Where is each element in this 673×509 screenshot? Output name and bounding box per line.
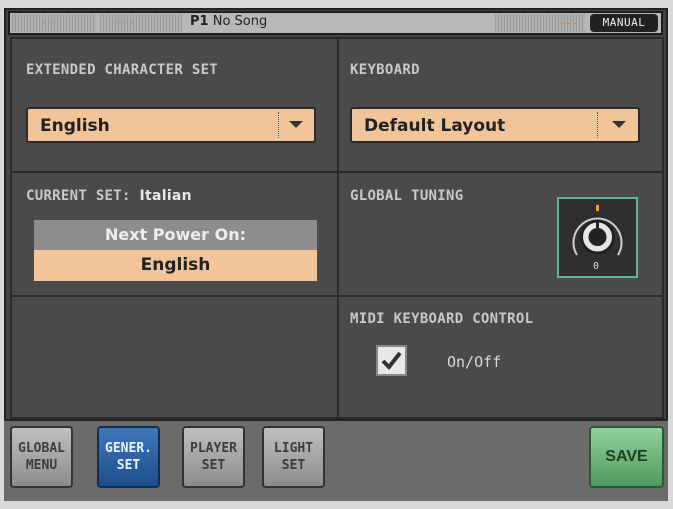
current-set-value: Italian bbox=[139, 188, 192, 204]
character-set-selected: English bbox=[40, 116, 110, 136]
chevron-down-icon bbox=[289, 121, 303, 128]
status-dash-1: -- bbox=[40, 15, 55, 29]
current-set-label: CURRENT SET: Italian bbox=[26, 188, 192, 204]
tab-label-line1: GLOBAL bbox=[18, 441, 65, 456]
keyboard-title: KEYBOARD bbox=[350, 62, 420, 78]
extended-character-set-title: EXTENDED CHARACTER SET bbox=[26, 62, 219, 78]
save-button[interactable]: SAVE bbox=[589, 426, 664, 488]
tab-label-line1: LIGHT bbox=[273, 441, 314, 456]
tab-label-line2: SET bbox=[116, 458, 141, 473]
current-set-caption: CURRENT SET: bbox=[26, 188, 131, 204]
status-dash-2: --- bbox=[114, 15, 136, 29]
keyboard-layout-selected: Default Layout bbox=[364, 116, 506, 136]
status-segment bbox=[100, 14, 182, 32]
extended-character-set-panel bbox=[10, 37, 339, 173]
next-power-on-value: English bbox=[34, 250, 317, 281]
midi-keyboard-control-label: On/Off bbox=[447, 353, 502, 371]
keyboard-layout-dropdown[interactable]: Default Layout bbox=[350, 107, 640, 143]
mode-badge[interactable]: MANUAL bbox=[590, 14, 658, 32]
global-tuning-knob[interactable]: 0 bbox=[557, 197, 638, 278]
status-dash-3: --- bbox=[557, 16, 579, 30]
dropdown-divider bbox=[597, 112, 598, 138]
dropdown-divider bbox=[278, 112, 279, 138]
tab-label-line2: MENU bbox=[25, 458, 58, 473]
character-set-dropdown[interactable]: English bbox=[26, 107, 316, 143]
chevron-down-icon bbox=[612, 121, 626, 128]
tab-general-set[interactable]: GENER. SET bbox=[97, 426, 160, 488]
keyboard-panel bbox=[337, 37, 664, 173]
global-tuning-value: 0 bbox=[593, 261, 600, 272]
checkmark-icon bbox=[381, 351, 402, 371]
tab-label-line1: GENER. bbox=[105, 441, 152, 456]
song-name: No Song bbox=[212, 14, 268, 29]
midi-keyboard-control-title: MIDI KEYBOARD CONTROL bbox=[350, 311, 534, 327]
tab-player-set[interactable]: PLAYER SET bbox=[182, 426, 245, 488]
tab-light-set[interactable]: LIGHT SET bbox=[262, 426, 325, 488]
song-display[interactable]: P1 No Song bbox=[190, 14, 267, 29]
tab-global-menu[interactable]: GLOBAL MENU bbox=[10, 426, 73, 488]
program-number: P1 bbox=[190, 14, 209, 29]
midi-keyboard-control-checkbox[interactable] bbox=[376, 345, 407, 376]
tab-label-line2: SET bbox=[281, 458, 306, 473]
tab-label-line2: SET bbox=[201, 458, 226, 473]
global-tuning-title: GLOBAL TUNING bbox=[350, 188, 464, 204]
status-bar: -- --- P1 No Song --- MANUAL bbox=[8, 11, 663, 35]
next-power-on-label: Next Power On: bbox=[34, 220, 317, 250]
status-segment: --- bbox=[495, 14, 585, 32]
tab-label-line1: PLAYER bbox=[190, 441, 237, 456]
empty-panel bbox=[10, 295, 339, 419]
